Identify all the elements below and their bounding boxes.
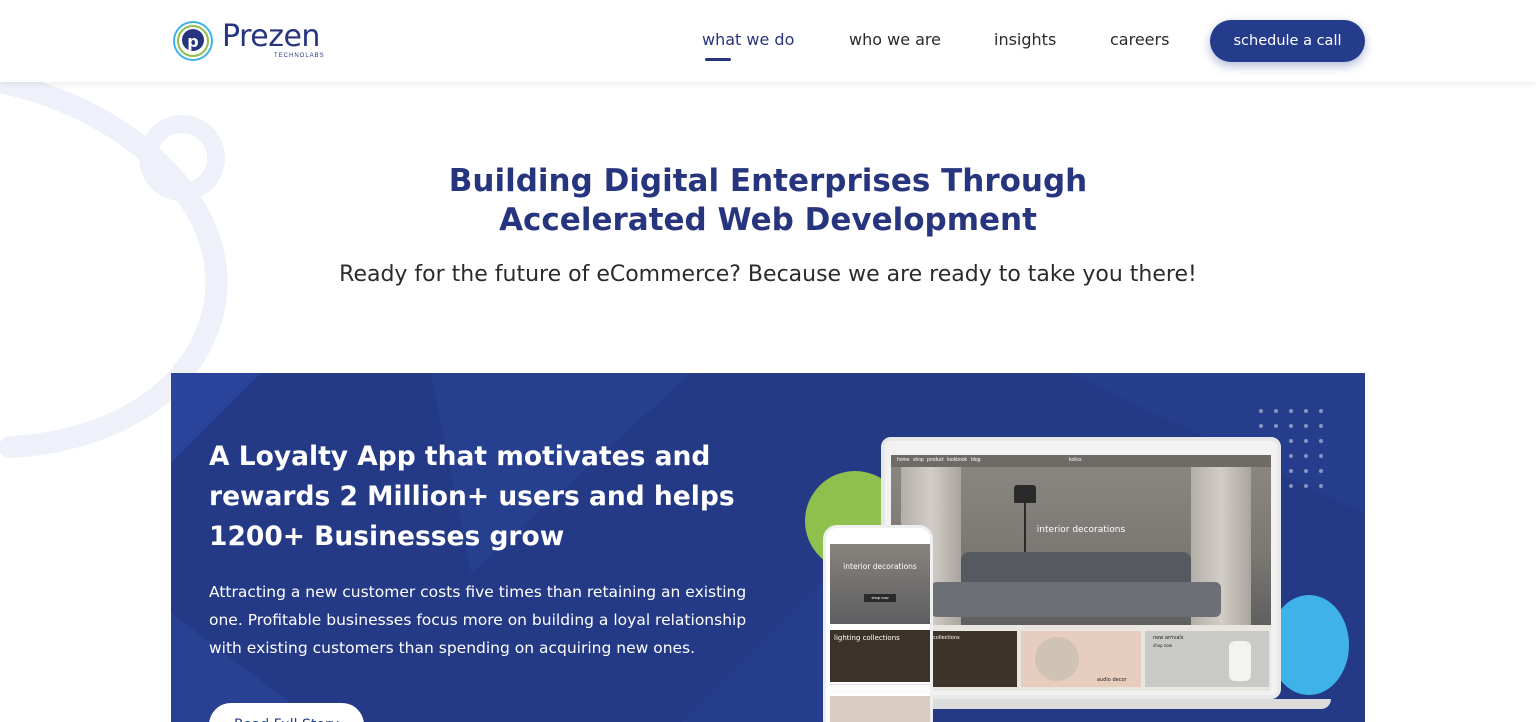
decoration-dot xyxy=(1304,469,1308,473)
schedule-call-button[interactable]: schedule a call xyxy=(1210,20,1365,62)
laptop-mockup: home shop product lookbook blog kolics i… xyxy=(881,437,1281,699)
phone-mockup: interior decorations shop now lighting c… xyxy=(823,525,933,722)
lamp-shade xyxy=(1014,485,1036,503)
laptop-tile-label: shop now xyxy=(1153,643,1173,648)
laptop-base xyxy=(871,699,1331,709)
laptop-tile-audio: audio decor xyxy=(1021,631,1141,687)
banner-title: A Loyalty App that motivates and rewards… xyxy=(209,441,735,552)
laptop-nav-item: home xyxy=(897,457,910,463)
logo-mark-icon: p xyxy=(173,21,213,61)
brand-name: Prezen xyxy=(222,19,320,54)
laptop-nav-item: product xyxy=(927,457,944,463)
case-study-banner: A Loyalty App that motivates and rewards… xyxy=(171,373,1365,722)
decoration-dot xyxy=(1289,454,1293,458)
laptop-nav-item: shop xyxy=(913,457,924,463)
brand-logo[interactable]: p Prezen TECHNOLABS xyxy=(170,18,330,64)
decoration-dot xyxy=(1274,409,1278,413)
decoration-dot xyxy=(1304,424,1308,428)
brand-sub: TECHNOLABS xyxy=(274,53,325,59)
laptop-brand: kolics xyxy=(1069,457,1082,463)
nav-active-indicator xyxy=(705,58,731,61)
phone-bottom-image xyxy=(830,696,930,722)
hero-title: Building Digital Enterprises Through Acc… xyxy=(0,162,1536,240)
vase-shape xyxy=(1229,641,1251,681)
decoration-dot xyxy=(1304,439,1308,443)
nav-who-we-are[interactable]: who we are xyxy=(849,30,941,49)
decoration-dot xyxy=(1274,424,1278,428)
hero-title-line1: Building Digital Enterprises Through xyxy=(448,163,1088,199)
laptop-tile-label: new arrivals xyxy=(1153,635,1184,641)
nav-what-we-do[interactable]: what we do xyxy=(702,30,794,49)
nav-insights[interactable]: insights xyxy=(994,30,1056,49)
decoration-dot xyxy=(1319,409,1323,413)
laptop-nav-item: blog xyxy=(971,457,981,463)
laptop-nav: home shop product lookbook blog kolics xyxy=(891,455,1271,467)
phone-hero-image: interior decorations shop now xyxy=(830,544,930,624)
decoration-dot xyxy=(1319,424,1323,428)
decoration-dot xyxy=(1304,484,1308,488)
decoration-dot xyxy=(1259,424,1263,428)
site-header: p Prezen TECHNOLABS what we do who we ar… xyxy=(0,0,1536,82)
decoration-dot xyxy=(1289,484,1293,488)
laptop-tile-label: audio decor xyxy=(1097,677,1127,683)
decoration-dot xyxy=(1289,439,1293,443)
decoration-dot xyxy=(1304,454,1308,458)
hero-subtitle: Ready for the future of eCommerce? Becau… xyxy=(339,262,1197,287)
decoration-dot xyxy=(1319,469,1323,473)
phone-tab-bar xyxy=(830,684,930,694)
decoration-dot xyxy=(1304,409,1308,413)
laptop-screen: home shop product lookbook blog kolics i… xyxy=(891,455,1271,691)
phone-shop-button: shop now xyxy=(864,594,896,602)
decoration-dot xyxy=(1319,484,1323,488)
decoration-dot xyxy=(1289,409,1293,413)
laptop-hero-text: interior decorations xyxy=(1036,525,1126,535)
laptop-hero-image: interior decorations xyxy=(891,467,1271,625)
decoration-dot xyxy=(1259,409,1263,413)
sofa-front xyxy=(931,582,1221,617)
decoration-dot xyxy=(1319,439,1323,443)
laptop-tile-label: collections xyxy=(933,635,960,641)
speaker-shape xyxy=(1035,637,1079,681)
phone-tile-text: lighting collections xyxy=(834,634,900,642)
phone-hero-text: interior decorations xyxy=(843,562,917,571)
nav-careers[interactable]: careers xyxy=(1110,30,1169,49)
blue-circle-decoration xyxy=(1269,595,1349,695)
banner-body: Attracting a new customer costs five tim… xyxy=(209,583,747,657)
laptop-tile-arrivals: new arrivals shop now xyxy=(1145,631,1269,687)
hero-title-line2: Accelerated Web Development xyxy=(499,202,1037,238)
read-full-story-button[interactable]: Read Full Story xyxy=(209,703,364,722)
laptop-nav-item: lookbook xyxy=(947,457,968,463)
decoration-dot xyxy=(1289,469,1293,473)
svg-text:p: p xyxy=(187,32,198,51)
decoration-dot xyxy=(1319,454,1323,458)
phone-tile: lighting collections xyxy=(830,630,930,682)
decoration-dot xyxy=(1289,424,1293,428)
